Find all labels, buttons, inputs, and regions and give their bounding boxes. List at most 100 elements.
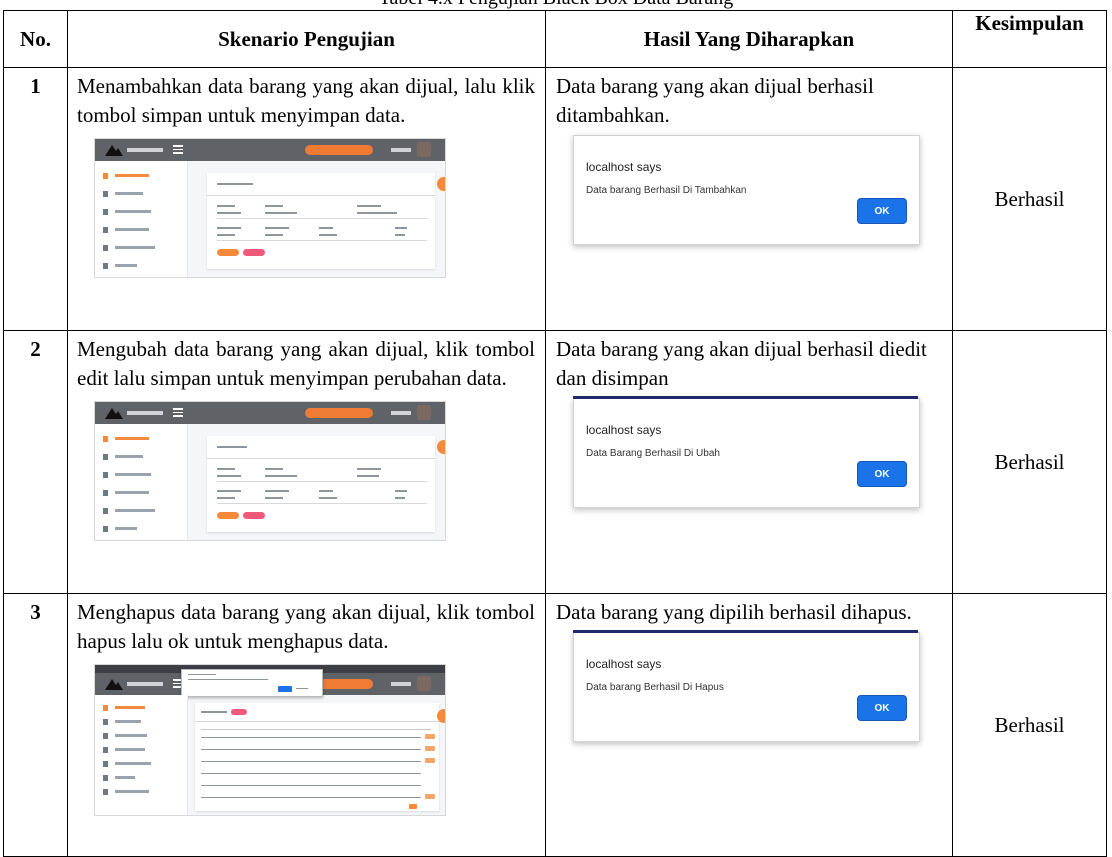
conclusion-cell: Berhasil	[952, 330, 1107, 594]
reset-button-thumb	[243, 512, 265, 519]
row-number: 1	[3, 67, 68, 331]
field-underline	[217, 218, 427, 219]
alert-message: Data barang Berhasil Di Hapus	[586, 682, 724, 693]
form-panel	[207, 173, 435, 269]
brand-placeholder	[127, 148, 163, 152]
field-value	[395, 234, 405, 236]
header-no: No.	[3, 10, 68, 68]
field-label	[395, 227, 407, 229]
app-screenshot-edit	[94, 401, 446, 541]
table-row: 2 Mengubah data barang yang akan dijual,…	[3, 330, 1107, 594]
avatar	[417, 142, 431, 157]
cancel-thumb	[296, 688, 308, 689]
field-label	[265, 490, 289, 492]
app-sidebar	[95, 424, 188, 540]
field-value	[357, 475, 379, 477]
action-thumb	[425, 734, 435, 739]
field-underline	[217, 503, 427, 504]
field-value	[265, 212, 297, 214]
dialog-line	[188, 679, 268, 680]
ok-button[interactable]: OK	[857, 695, 907, 721]
dialog-top-border	[573, 396, 918, 399]
action-thumb	[425, 746, 435, 751]
table-row: 1 Menambahkan data barang yang akan diju…	[3, 67, 1107, 331]
field-value	[217, 497, 235, 499]
header-row: No. Skenario Pengujian Hasil Yang Dihara…	[3, 10, 1107, 68]
user-placeholder	[391, 148, 411, 152]
header-hasil: Hasil Yang Diharapkan	[545, 10, 953, 68]
ok-button[interactable]: OK	[857, 461, 907, 487]
app-sidebar	[95, 161, 188, 277]
header-pill	[305, 408, 373, 418]
user-placeholder	[391, 411, 411, 415]
alert-message: Data Barang Berhasil Di Ubah	[586, 448, 720, 459]
header-pill	[305, 145, 373, 155]
row-number: 3	[3, 593, 68, 857]
avatar	[417, 405, 431, 420]
logo-icon	[105, 408, 123, 419]
scenario-text: Menambahkan data barang yang akan dijual…	[77, 74, 535, 127]
floating-button	[437, 709, 445, 723]
app-screenshot-delete	[94, 664, 446, 816]
divider	[195, 721, 439, 722]
table-panel	[195, 703, 439, 811]
dialog-top-border	[573, 630, 918, 633]
alert-dialog: localhost says Data barang Berhasil Di H…	[573, 630, 920, 742]
field-label	[319, 490, 333, 492]
field-value	[217, 212, 241, 214]
expected-text: Data barang yang akan dijual berhasil di…	[556, 337, 927, 390]
ok-button[interactable]: OK	[857, 198, 907, 224]
ok-button-thumb	[278, 686, 292, 692]
field-label	[357, 205, 381, 207]
field-value	[265, 475, 297, 477]
expected-cell: Data barang yang dipilih berhasil dihapu…	[545, 593, 953, 857]
expected-text: Data barang yang akan dijual berhasil di…	[556, 74, 874, 127]
alert-message: Data barang Berhasil Di Tambahkan	[586, 185, 747, 196]
user-placeholder	[391, 682, 411, 686]
field-underline	[217, 240, 427, 241]
field-label	[217, 205, 235, 207]
logo-icon	[105, 679, 123, 690]
reset-button-thumb	[243, 249, 265, 256]
expected-cell: Data barang yang akan dijual berhasil di…	[545, 330, 953, 594]
scenario-text: Mengubah data barang yang akan dijual, k…	[77, 337, 535, 390]
field-value	[357, 212, 397, 214]
app-sidebar	[95, 695, 188, 815]
test-table: No. Skenario Pengujian Hasil Yang Dihara…	[3, 10, 1107, 857]
app-topbar	[95, 139, 445, 161]
field-value	[217, 475, 241, 477]
field-underline	[217, 481, 427, 482]
table-row-line	[201, 773, 421, 774]
field-value	[319, 234, 337, 236]
table-caption: Tabel 4.x Pengujian Black Box Data Baran…	[0, 0, 1112, 10]
field-label	[395, 490, 407, 492]
confirm-dialog-thumb	[181, 669, 323, 697]
save-button-thumb	[217, 512, 239, 519]
pagination-thumb	[409, 804, 417, 809]
field-label	[319, 227, 333, 229]
scenario-cell: Mengubah data barang yang akan dijual, k…	[67, 330, 546, 594]
divider	[207, 458, 435, 459]
table-row-line	[201, 737, 421, 738]
scenario-cell: Menghapus data barang yang akan dijual, …	[67, 593, 546, 857]
floating-button	[437, 440, 445, 454]
save-button-thumb	[217, 249, 239, 256]
avatar	[417, 676, 431, 691]
alert-dialog: localhost says Data Barang Berhasil Di U…	[573, 396, 920, 508]
hamburger-icon	[173, 408, 183, 417]
scenario-text: Menghapus data barang yang akan dijual, …	[77, 600, 535, 653]
table-row-line	[201, 761, 421, 762]
field-value	[395, 497, 405, 499]
header-kesimpulan: Kesimpulan	[952, 10, 1107, 68]
conclusion-cell: Berhasil	[952, 593, 1107, 857]
field-label	[217, 490, 241, 492]
conclusion-cell: Berhasil	[952, 67, 1107, 331]
table-row: 3 Menghapus data barang yang akan dijual…	[3, 593, 1107, 857]
header-skenario: Skenario Pengujian	[67, 10, 546, 68]
field-label	[265, 205, 283, 207]
alert-dialog: localhost says Data barang Berhasil Di T…	[573, 135, 920, 245]
table-header-line	[201, 729, 431, 730]
add-button-thumb	[231, 709, 247, 715]
app-topbar	[95, 402, 445, 424]
field-label	[217, 468, 235, 470]
